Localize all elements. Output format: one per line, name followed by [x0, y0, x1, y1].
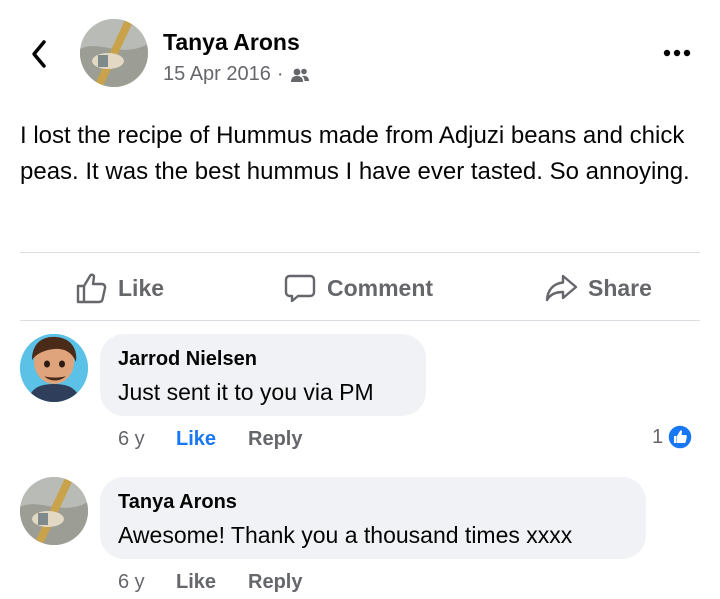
comment-actions: 6 y Like Reply	[118, 571, 302, 594]
commenter-avatar[interactable]	[20, 477, 88, 545]
share-button[interactable]: Share	[544, 268, 652, 308]
reaction-summary[interactable]: 1	[652, 424, 693, 450]
thumbs-up-icon	[74, 271, 108, 305]
comment-time[interactable]: 6 y	[118, 428, 176, 451]
author-avatar[interactable]	[80, 19, 148, 87]
author-name[interactable]: Tanya Arons	[163, 29, 300, 56]
comment-bubble: Tanya Arons Awesome! Thank you a thousan…	[100, 477, 646, 559]
comment-icon	[283, 271, 317, 305]
comment-like-button[interactable]: Like	[176, 571, 248, 594]
like-reaction-icon	[667, 424, 693, 450]
share-label: Share	[588, 274, 652, 301]
comment-reply-button[interactable]: Reply	[248, 571, 302, 594]
post-text: I lost the recipe of Hummus made from Ad…	[20, 122, 690, 185]
comment-bubble: Jarrod Nielsen Just sent it to you via P…	[100, 334, 426, 416]
divider-bottom	[20, 320, 700, 321]
reaction-count: 1	[652, 425, 664, 448]
share-icon	[544, 271, 578, 305]
comment-text: Just sent it to you via PM	[118, 379, 374, 405]
post-date[interactable]: 15 Apr 2016	[163, 63, 271, 86]
like-label: Like	[118, 274, 165, 301]
comment-actions: 6 y Like Reply	[118, 428, 302, 451]
like-button[interactable]: Like	[74, 268, 164, 308]
comment-button[interactable]: Comment	[283, 268, 433, 308]
comment-author[interactable]: Jarrod Nielsen	[118, 348, 406, 371]
comment-label: Comment	[327, 274, 434, 301]
more-options-icon[interactable]	[658, 38, 696, 68]
comment-author[interactable]: Tanya Arons	[118, 491, 626, 514]
meta-separator: ·	[276, 63, 284, 85]
back-icon[interactable]	[26, 36, 54, 72]
comment-like-button[interactable]: Like	[176, 428, 248, 451]
comment-reply-button[interactable]: Reply	[248, 428, 302, 451]
divider-top	[20, 252, 700, 253]
comment-text: Awesome! Thank you a thousand times xxxx	[118, 522, 573, 548]
post-meta: 15 Apr 2016 ·	[163, 63, 310, 86]
friends-icon	[290, 67, 310, 83]
commenter-avatar[interactable]	[20, 334, 88, 402]
comment-time[interactable]: 6 y	[118, 571, 176, 594]
